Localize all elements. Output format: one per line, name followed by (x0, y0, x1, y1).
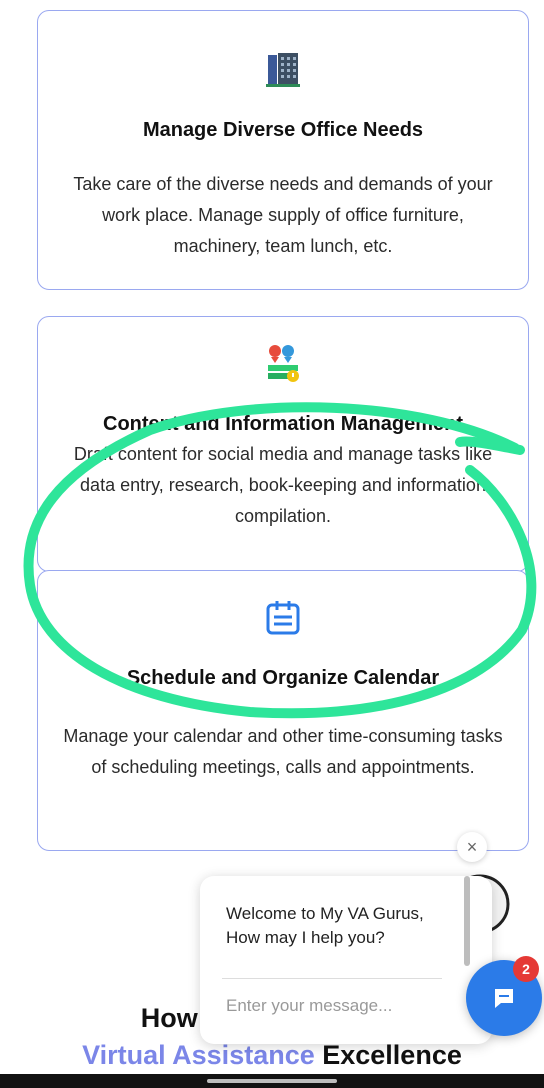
close-icon: × (466, 837, 478, 857)
chat-popup: Welcome to My VA Gurus, How may I help y… (200, 876, 492, 1044)
calendar-icon (265, 599, 301, 642)
home-indicator[interactable] (207, 1079, 337, 1083)
service-card-office-needs: Manage Diverse Office Needs Take care of… (37, 10, 529, 290)
heading-rest-text: Excellence (314, 1040, 462, 1070)
card-description: Manage your calendar and other time-cons… (63, 726, 503, 777)
service-card-calendar: Schedule and Organize Calendar Manage yo… (37, 570, 529, 851)
unread-badge: 2 (513, 956, 539, 982)
system-nav-bar (0, 1074, 544, 1088)
card-title: Manage Diverse Office Needs (142, 119, 424, 141)
card-description: Draft content for social media and manag… (73, 444, 493, 526)
card-description: Take care of the diverse needs and deman… (73, 174, 493, 256)
chat-welcome-message: Welcome to My VA Gurus, How may I help y… (226, 904, 424, 947)
chat-bubble-icon (492, 986, 516, 1015)
chat-scrollbar[interactable] (464, 876, 470, 966)
heading-accent-text: Virtual Assistance (82, 1040, 315, 1070)
chat-close-button[interactable]: × (457, 832, 487, 862)
content-management-icon (266, 343, 300, 388)
chat-divider (222, 978, 442, 979)
card-title: Content and Information Management (103, 413, 463, 435)
card-title: Schedule and Organize Calendar (126, 667, 440, 689)
service-card-content-management: Content and Information Management Draft… (37, 316, 529, 572)
office-building-icon (266, 51, 300, 92)
chat-message-input[interactable] (226, 996, 446, 1016)
section-heading-line2: Virtual Assistance Excellence (0, 1040, 544, 1071)
